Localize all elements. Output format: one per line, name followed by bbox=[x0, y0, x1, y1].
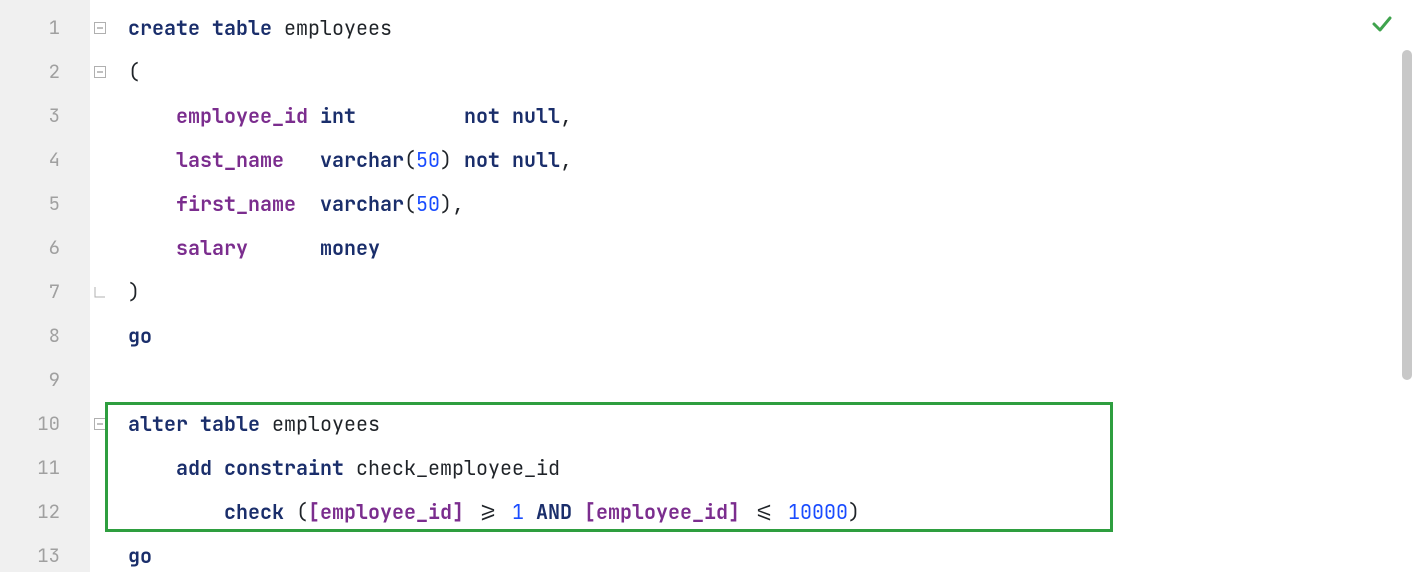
identifier: employees bbox=[284, 15, 392, 41]
code-line[interactable]: check ([employee_id] >= 1 AND [employee_… bbox=[110, 490, 1412, 534]
keyword: go bbox=[128, 543, 152, 569]
code-line[interactable]: employee_id int not null, bbox=[110, 94, 1412, 138]
identifier: employees bbox=[272, 411, 380, 437]
punctuation: , bbox=[560, 103, 572, 129]
line-number-gutter: 1 2 3 4 5 6 7 8 9 10 11 12 13 bbox=[0, 0, 90, 572]
number: 1 bbox=[512, 499, 524, 525]
line-number[interactable]: 2 bbox=[0, 50, 90, 94]
column-name: salary bbox=[176, 235, 248, 261]
column-name: first_name bbox=[176, 191, 296, 217]
line-number[interactable]: 12 bbox=[0, 490, 90, 534]
fold-column bbox=[90, 0, 110, 572]
punctuation: ) bbox=[128, 279, 140, 305]
keyword: null bbox=[512, 147, 560, 173]
status-ok-icon[interactable] bbox=[1370, 12, 1394, 42]
punctuation: , bbox=[452, 191, 464, 217]
keyword: constraint bbox=[224, 455, 344, 481]
code-line[interactable]: add constraint check_employee_id bbox=[110, 446, 1412, 490]
keyword: AND bbox=[524, 499, 584, 525]
column-ref: [employee_id] bbox=[584, 499, 740, 525]
line-number[interactable]: 3 bbox=[0, 94, 90, 138]
punctuation: , bbox=[560, 147, 572, 173]
code-line[interactable]: go bbox=[110, 314, 1412, 358]
keyword: create bbox=[128, 15, 200, 41]
keyword: alter bbox=[128, 411, 188, 437]
line-number[interactable]: 7 bbox=[0, 270, 90, 314]
keyword: not bbox=[464, 103, 500, 129]
identifier: check_employee_id bbox=[356, 455, 560, 481]
code-line[interactable]: create table employees bbox=[110, 6, 1412, 50]
code-editor: 1 2 3 4 5 6 7 8 9 10 11 12 13 create tab… bbox=[0, 0, 1412, 572]
code-line[interactable]: first_name varchar(50), bbox=[110, 182, 1412, 226]
number: 50 bbox=[416, 147, 440, 173]
code-line[interactable]: alter table employees bbox=[110, 402, 1412, 446]
column-ref: [employee_id] bbox=[308, 499, 464, 525]
code-area[interactable]: create table employees ( employee_id int… bbox=[110, 0, 1412, 572]
type-keyword: int bbox=[320, 103, 356, 129]
line-number[interactable]: 9 bbox=[0, 358, 90, 402]
keyword: null bbox=[512, 103, 560, 129]
fold-toggle-icon[interactable] bbox=[90, 402, 110, 446]
type-keyword: varchar bbox=[320, 191, 404, 217]
fold-end-icon[interactable] bbox=[90, 270, 110, 314]
code-line[interactable]: ( bbox=[110, 50, 1412, 94]
code-line[interactable]: salary money bbox=[110, 226, 1412, 270]
keyword: not bbox=[464, 147, 500, 173]
column-name: last_name bbox=[176, 147, 284, 173]
punctuation: ( bbox=[128, 59, 140, 85]
type-keyword: varchar bbox=[320, 147, 404, 173]
number: 50 bbox=[416, 191, 440, 217]
keyword: add bbox=[176, 455, 212, 481]
keyword: go bbox=[128, 323, 152, 349]
keyword: check bbox=[224, 499, 284, 525]
line-number[interactable]: 10 bbox=[0, 402, 90, 446]
line-number[interactable]: 5 bbox=[0, 182, 90, 226]
fold-toggle-icon[interactable] bbox=[90, 6, 110, 50]
type-keyword: money bbox=[320, 235, 380, 261]
line-number[interactable]: 4 bbox=[0, 138, 90, 182]
keyword: table bbox=[200, 411, 260, 437]
number: 10000 bbox=[788, 499, 848, 525]
scrollbar-thumb[interactable] bbox=[1402, 50, 1412, 380]
fold-toggle-icon[interactable] bbox=[90, 50, 110, 94]
line-number[interactable]: 13 bbox=[0, 534, 90, 578]
column-name: employee_id bbox=[176, 103, 308, 129]
line-number[interactable]: 6 bbox=[0, 226, 90, 270]
line-number[interactable]: 11 bbox=[0, 446, 90, 490]
code-line[interactable]: go bbox=[110, 534, 1412, 578]
code-line[interactable] bbox=[110, 358, 1412, 402]
line-number[interactable]: 8 bbox=[0, 314, 90, 358]
code-line[interactable]: ) bbox=[110, 270, 1412, 314]
keyword: table bbox=[212, 15, 272, 41]
code-line[interactable]: last_name varchar(50) not null, bbox=[110, 138, 1412, 182]
line-number[interactable]: 1 bbox=[0, 6, 90, 50]
